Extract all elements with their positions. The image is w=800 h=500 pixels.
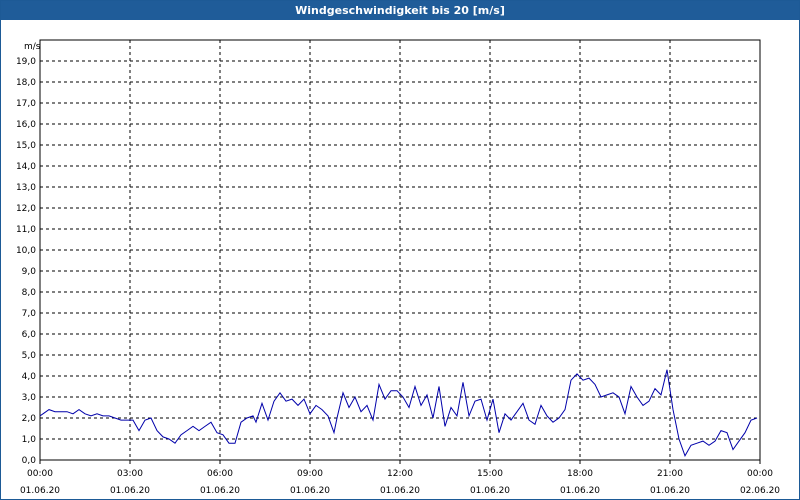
y-tick-label: 4,0	[22, 372, 37, 382]
y-axis-ticks: 0,0 1,0 2,0 3,0 4,0 5,0 6,0 7,0 8,0 9,0 10,0 11,0 12…	[16, 57, 36, 466]
x-tick-time: 00:00	[27, 469, 53, 479]
y-tick-label: 8,0	[22, 288, 37, 298]
x-tick-date: 01.06.20	[290, 486, 330, 496]
y-tick-label: 17,0	[16, 99, 36, 109]
y-tick-label: 3,0	[22, 393, 37, 403]
x-tick-time: 09:00	[297, 469, 323, 479]
y-tick-label: 7,0	[22, 309, 37, 319]
y-tick-label: 14,0	[16, 162, 36, 172]
y-tick-label: 15,0	[16, 141, 36, 151]
y-tick-label: 16,0	[16, 120, 36, 130]
x-tick-date: 01.06.20	[200, 486, 240, 496]
x-tick-date: 01.06.20	[560, 486, 600, 496]
x-tick-date: 01.06.20	[470, 486, 510, 496]
x-tick-date: 01.06.20	[20, 486, 60, 496]
x-tick-time: 12:00	[387, 469, 413, 479]
x-tick-date: 02.06.20	[740, 486, 780, 496]
y-tick-label: 12,0	[16, 204, 36, 214]
x-tick-date: 01.06.20	[650, 486, 690, 496]
y-tick-label: 6,0	[22, 330, 37, 340]
x-tick-date: 01.06.20	[380, 486, 420, 496]
y-tick-label: 9,0	[22, 267, 37, 277]
x-tick-date: 01.06.20	[110, 486, 150, 496]
y-axis-label: m/s	[24, 42, 41, 52]
x-tick-time: 03:00	[117, 469, 143, 479]
y-tick-label: 10,0	[16, 246, 36, 256]
y-tick-label: 5,0	[22, 351, 37, 361]
y-tick-label: 18,0	[16, 78, 36, 88]
y-tick-label: 2,0	[22, 414, 37, 424]
y-tick-label: 19,0	[16, 57, 36, 67]
x-tick-time: 21:00	[657, 469, 683, 479]
x-tick-time: 00:00	[747, 469, 773, 479]
x-tick-time: 06:00	[207, 469, 233, 479]
wind-speed-series-line	[39, 369, 758, 457]
y-tick-label: 13,0	[16, 183, 36, 193]
y-tick-label: 11,0	[16, 225, 36, 235]
y-tick-label: 0,0	[22, 456, 37, 466]
x-axis-ticks: 00:00 01.06.20 03:00 01.06.20 06:00 01.06.20 0…	[20, 460, 780, 496]
chart-grid	[40, 40, 760, 460]
wind-speed-chart: 0,0 1,0 2,0 3,0 4,0 5,0 6,0 7,0 8,0 9,0 10,0 11,0 12…	[16, 39, 780, 496]
x-tick-time: 18:00	[567, 469, 593, 479]
y-tick-label: 1,0	[22, 435, 37, 445]
series-group	[39, 369, 758, 457]
x-tick-time: 15:00	[477, 469, 503, 479]
